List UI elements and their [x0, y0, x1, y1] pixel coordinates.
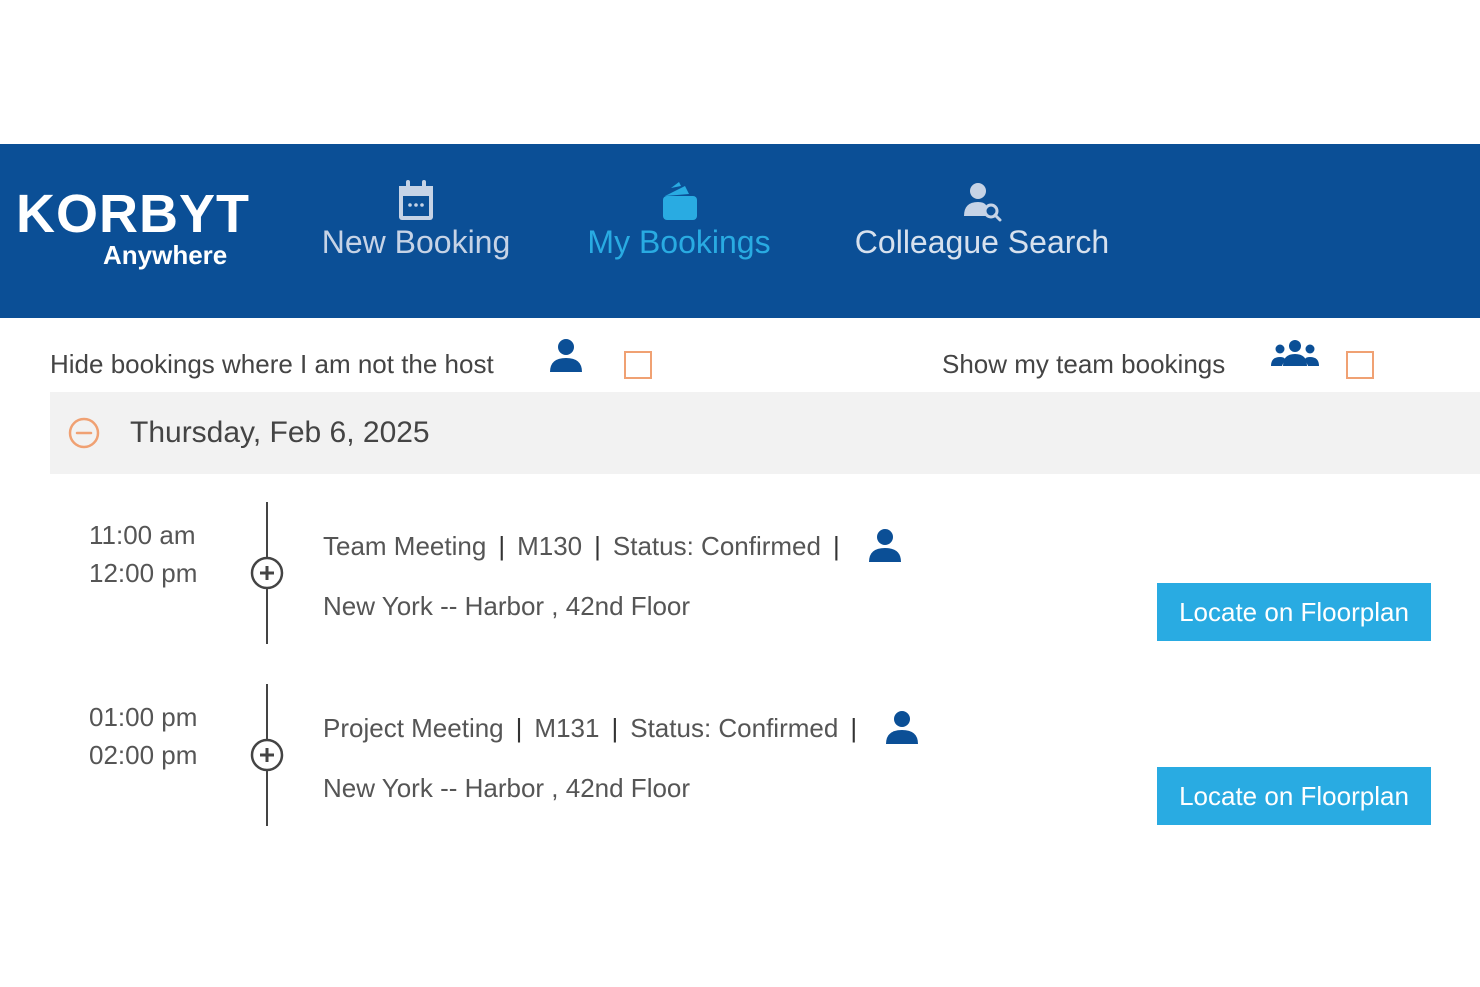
host-person-icon [868, 529, 901, 563]
top-navigation-bar: KORBYT Anywhere New Booking My Bookings … [0, 144, 1480, 318]
nav-new-booking-label: New Booking [321, 224, 511, 260]
separator: | [594, 531, 601, 562]
day-title: Thursday, Feb 6, 2025 [130, 416, 430, 449]
booking-location: New York -- Harbor , 42nd Floor [323, 591, 691, 621]
logo-subtitle: Anywhere [103, 240, 228, 270]
booking-times: 01:00 pm 02:00 pm [89, 698, 197, 774]
logo-brand: KORBYT [16, 184, 250, 244]
booking-start-time: 01:00 pm [89, 702, 198, 732]
hide-non-host-label: Hide bookings where I am not the host [50, 349, 494, 379]
app: KORBYT Anywhere New Booking My Bookings … [0, 144, 1480, 842]
nav-my-bookings[interactable]: My Bookings [578, 178, 780, 288]
booking-end-time: 02:00 pm [89, 740, 198, 770]
expand-plus-icon[interactable] [250, 556, 284, 590]
separator: | [832, 531, 840, 562]
nav-my-bookings-label: My Bookings [587, 224, 771, 260]
booking-location: New York -- Harbor , 42nd Floor [323, 773, 691, 803]
person-icon [550, 339, 582, 372]
team-icon [1271, 340, 1319, 366]
separator: | [611, 713, 619, 744]
nav-colleague-search[interactable]: Colleague Search [838, 178, 1126, 288]
show-team-bookings-label: Show my team bookings [942, 349, 1226, 379]
host-person-icon [886, 711, 919, 745]
expand-plus-icon[interactable] [250, 738, 284, 772]
booking-end-time: 12:00 pm [89, 558, 198, 588]
korbyt-anywhere-logo[interactable]: KORBYT Anywhere [16, 184, 256, 274]
booking-title: Project Meeting [323, 713, 504, 744]
hide-non-host-checkbox[interactable] [624, 351, 652, 379]
booking-item: 11:00 am 12:00 pm Team Meeting | M130 | Stat… [0, 502, 1480, 644]
booking-times: 11:00 am 12:00 pm [89, 516, 197, 592]
booking-start-time: 11:00 am [89, 520, 196, 550]
collapse-minus-icon[interactable] [68, 417, 100, 449]
calendar-icon [399, 180, 433, 220]
separator: | [498, 531, 506, 562]
booking-room: M130 [517, 531, 583, 562]
booking-title: Team Meeting [323, 531, 487, 562]
booking-item: 01:00 pm 02:00 pm Project Meeting | M131 | S… [0, 684, 1480, 826]
separator: | [850, 713, 858, 744]
locate-on-floorplan-button[interactable]: Locate on Floorplan [1157, 767, 1431, 825]
filter-row: Hide bookings where I am not the host Sh… [0, 318, 1480, 392]
separator: | [515, 713, 523, 744]
booking-room: M131 [534, 713, 600, 744]
user-search-icon [964, 183, 1002, 222]
show-team-bookings-checkbox[interactable] [1346, 351, 1374, 379]
day-group-header: Thursday, Feb 6, 2025 [50, 392, 1480, 474]
booking-status: Status: Confirmed [612, 531, 821, 562]
booking-summary: Project Meeting | M131 | Status: Confirmed | [323, 710, 919, 746]
wallet-icon [663, 182, 697, 220]
nav-new-booking[interactable]: New Booking [310, 178, 522, 288]
nav-colleague-search-label: Colleague Search [854, 224, 1110, 260]
booking-summary: Team Meeting | M130 | Status: Confirmed | [323, 528, 902, 564]
locate-on-floorplan-button[interactable]: Locate on Floorplan [1157, 583, 1431, 641]
booking-status: Status: Confirmed [630, 713, 839, 744]
